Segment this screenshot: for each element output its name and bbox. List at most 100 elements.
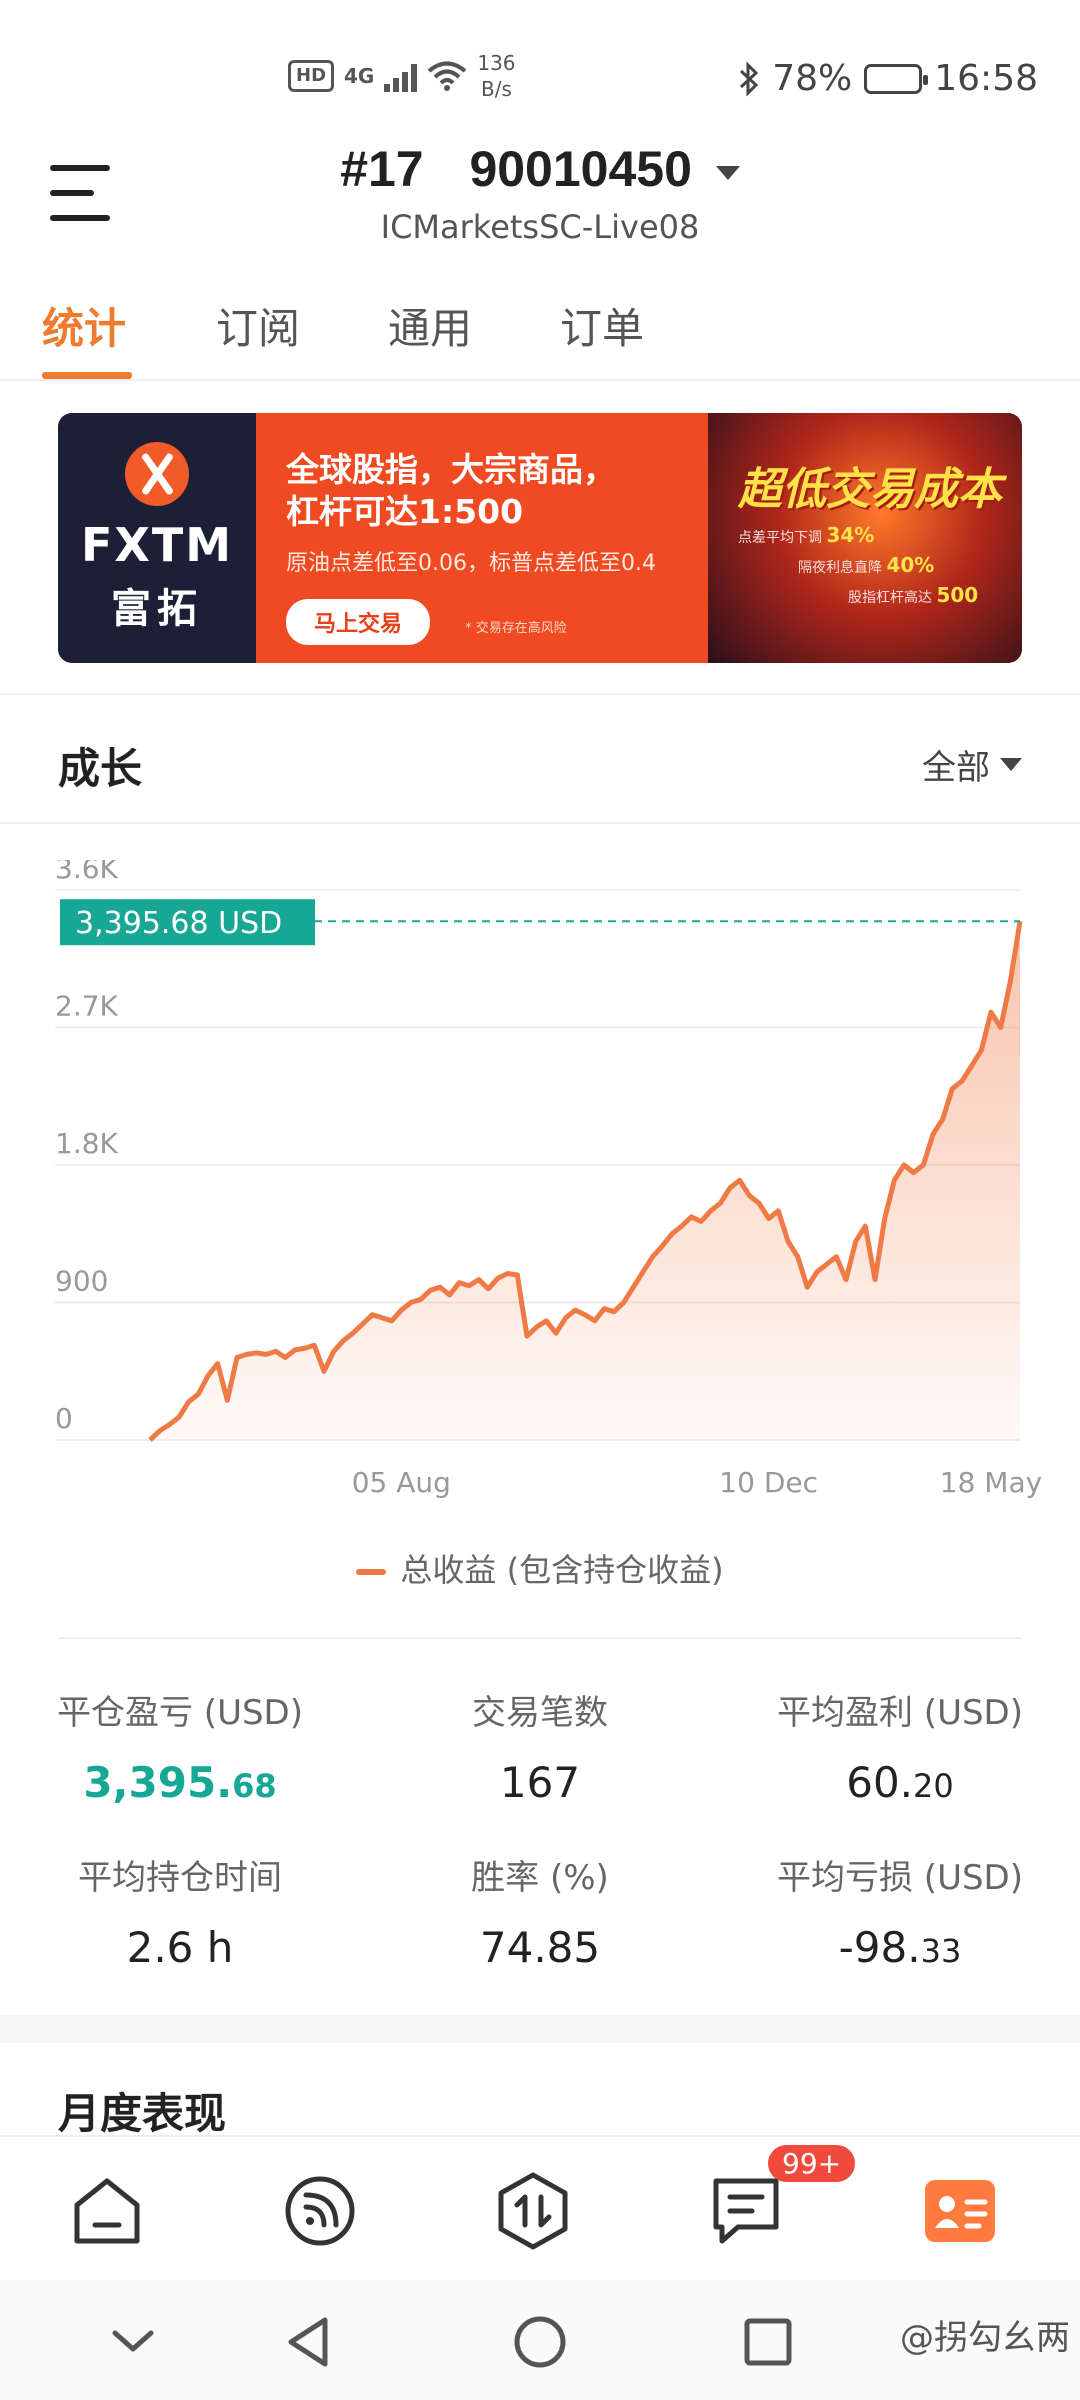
stat-label: 交易笔数	[472, 1693, 608, 1733]
risk-warning: * 交易存在高风险	[465, 621, 567, 636]
stat-value: 2.6 h	[0, 1923, 360, 1972]
recents-icon[interactable]	[728, 2302, 808, 2382]
banner-slogan: 超低交易成本	[738, 464, 1002, 515]
clock: 16:58	[934, 58, 1038, 99]
trade-icon[interactable]	[493, 2171, 573, 2251]
speed-value: 136	[477, 51, 516, 75]
tab-subscribe[interactable]: 订阅	[216, 295, 300, 356]
legend-label: 总收益 (包含持仓收益)	[400, 1551, 724, 1589]
trade-now-button[interactable]: 马上交易	[286, 599, 431, 645]
messages-icon[interactable]	[706, 2171, 786, 2251]
x-tick-label: 18 May	[940, 1466, 1042, 1499]
battery-icon	[864, 63, 929, 94]
banner-headline-2: 杠杆可达1:500	[286, 492, 524, 531]
unread-badge: 99+	[768, 2145, 856, 2182]
current-value-label: 3,395.68 USD	[75, 906, 282, 941]
stat-label: 胜率 (%)	[471, 1858, 609, 1898]
hd-indicator: HD	[288, 60, 335, 92]
account-number: 90010450	[469, 141, 692, 197]
monthly-performance-title: 月度表现	[58, 2089, 227, 2138]
chart-legend: 总收益 (包含持仓收益)	[0, 1545, 1080, 1591]
stat-label: 平均亏损 (USD)	[777, 1858, 1023, 1898]
home-circle-icon[interactable]	[500, 2302, 580, 2382]
divider	[0, 693, 1080, 695]
x-tick-label: 05 Aug	[352, 1466, 451, 1499]
banner-subtext: 原油点差低至0.06，标普点差低至0.4	[286, 551, 656, 576]
stat-value-dec: 68	[232, 1767, 277, 1805]
y-tick-label: 3.6K	[55, 860, 119, 885]
ad-banner[interactable]: FXTM 富拓 全球股指，大宗商品， 杠杆可达1:500 原油点差低至0.06，…	[58, 413, 1022, 663]
collapse-icon[interactable]	[93, 2302, 173, 2382]
stat-value-int: 3,395.	[83, 1758, 233, 1807]
feed-icon[interactable]	[280, 2171, 360, 2251]
status-bar: HD 4G 136 B/s 78% 16:58	[0, 0, 1080, 150]
chevron-down-icon	[1000, 758, 1022, 771]
fxtm-logo: FXTM 富拓	[58, 413, 256, 663]
network-speed: 136 B/s	[477, 50, 515, 102]
tab-orders[interactable]: 订单	[560, 295, 644, 356]
speed-unit: B/s	[481, 77, 512, 101]
tab-active-indicator	[42, 372, 132, 379]
stat-value: 74.85	[360, 1923, 720, 1972]
range-selector[interactable]: 全部	[922, 740, 1022, 789]
tab-bar: 统计 订阅 通用 订单	[0, 295, 1080, 381]
account-selector[interactable]: #17 90010450	[0, 140, 1080, 198]
wifi-icon	[428, 61, 467, 91]
banner-promo: 超低交易成本 点差平均下调 34% 隔夜利息直降 40% 股指杠杆高达 500	[708, 413, 1022, 663]
home-icon[interactable]	[67, 2171, 147, 2251]
watermark: @拐勾幺两	[900, 2318, 1070, 2358]
stat-value-int: 2.6 h	[126, 1923, 234, 1972]
banner-copy: 全球股指，大宗商品， 杠杆可达1:500 原油点差低至0.06，标普点差低至0.…	[256, 413, 726, 663]
brand-name: FXTM	[80, 518, 234, 572]
stat-value-int: 167	[499, 1758, 581, 1807]
stat-value: 167	[360, 1758, 720, 1807]
brand-name-cn: 富拓	[111, 586, 203, 632]
profile-icon[interactable]	[920, 2171, 1000, 2251]
network-type: 4G	[344, 64, 375, 88]
promo-point-1: 点差平均下调 34%	[738, 523, 875, 547]
stat-value: 60.20	[720, 1758, 1080, 1807]
chevron-down-icon	[715, 165, 740, 180]
signal-icon	[384, 60, 418, 92]
stat-item: 交易笔数 167	[360, 1685, 720, 1807]
battery-percent: 78%	[772, 58, 853, 99]
section-gap	[0, 2015, 1080, 2043]
y-tick-label: 1.8K	[55, 1127, 119, 1160]
account-server: ICMarketsSC-Live08	[380, 208, 700, 246]
stat-item: 平均盈利 (USD) 60.20	[720, 1685, 1080, 1807]
stat-label: 平仓盈亏 (USD)	[57, 1693, 303, 1733]
banner-headline-1: 全球股指，大宗商品，	[286, 450, 616, 489]
stat-item: 胜率 (%) 74.85	[360, 1850, 720, 1972]
y-tick-label: 900	[55, 1265, 108, 1298]
account-rank: #17	[340, 141, 424, 197]
series-area	[150, 921, 1020, 1440]
back-icon[interactable]	[268, 2302, 348, 2382]
growth-title: 成长	[58, 744, 143, 793]
x-tick-label: 10 Dec	[719, 1466, 818, 1499]
tab-general[interactable]: 通用	[388, 295, 472, 356]
growth-chart[interactable]: 0 900 1.8K 2.7K 3.6K 05 Aug 10 Dec 18 May 3,395.…	[0, 860, 1080, 1520]
promo-point-2: 隔夜利息直降 40%	[798, 553, 935, 577]
tab-stats[interactable]: 统计	[42, 295, 126, 356]
stat-value-dec: 20	[913, 1767, 954, 1805]
fxtm-logo-icon	[125, 442, 189, 506]
stat-item: 平均亏损 (USD) -98.33	[720, 1850, 1080, 1972]
stat-value-int: 74.85	[479, 1923, 601, 1972]
stat-item: 平均持仓时间 2.6 h	[0, 1850, 360, 1972]
bottom-nav: 99+	[0, 2135, 1080, 2280]
stat-value: 3,395.68	[0, 1758, 360, 1807]
range-label: 全部	[922, 748, 990, 788]
y-tick-label: 2.7K	[55, 990, 119, 1023]
stat-label: 平均盈利 (USD)	[777, 1693, 1023, 1733]
y-tick-label: 0	[55, 1402, 73, 1435]
promo-point-3: 股指杠杆高达 500	[848, 583, 979, 607]
legend-swatch	[356, 1569, 387, 1575]
bluetooth-icon	[740, 60, 759, 97]
divider	[58, 1637, 1022, 1639]
stat-value-int: 60.	[846, 1758, 914, 1807]
stat-item: 平仓盈亏 (USD) 3,395.68	[0, 1685, 360, 1807]
stat-label: 平均持仓时间	[78, 1858, 282, 1898]
stat-value: -98.33	[720, 1923, 1080, 1972]
divider	[0, 822, 1080, 824]
stat-value-dec: 33	[920, 1932, 962, 1970]
